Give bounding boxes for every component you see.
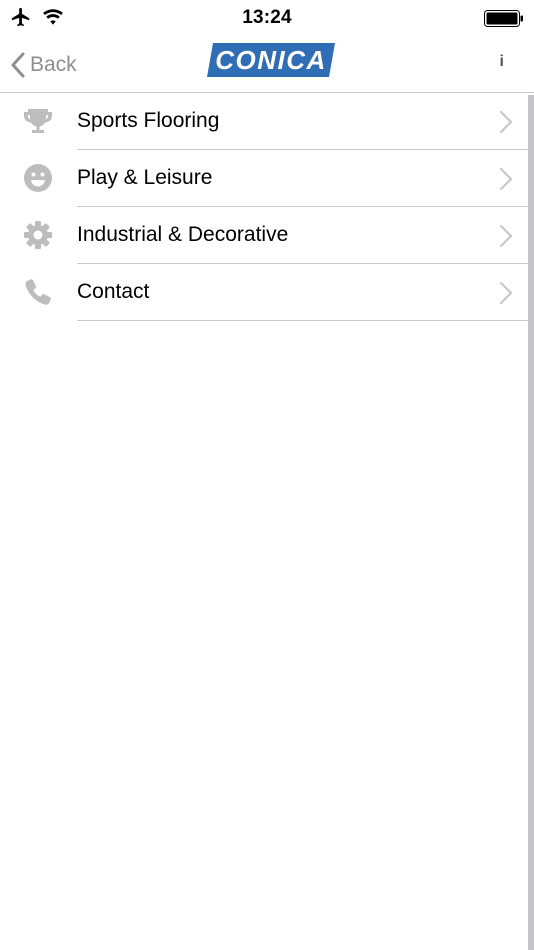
info-button[interactable]: i — [500, 53, 504, 71]
menu-item-label: Play & Leisure — [77, 166, 213, 189]
conica-logo: CONICA — [207, 43, 335, 77]
navigation-bar: Back CONICA i — [0, 38, 534, 93]
menu-list: Sports Flooring Play & Leisure Industria… — [0, 93, 534, 321]
status-time: 13:24 — [242, 7, 292, 28]
chevron-right-icon — [499, 281, 513, 305]
gear-icon — [24, 221, 52, 249]
menu-item-contact[interactable]: Contact — [0, 264, 534, 321]
status-bar: 13:24 — [0, 0, 534, 38]
chevron-right-icon — [499, 224, 513, 248]
trophy-icon — [24, 109, 52, 133]
smiley-icon — [24, 164, 52, 192]
back-label: Back — [30, 53, 77, 76]
scroll-indicator[interactable] — [528, 95, 534, 950]
battery-icon — [484, 10, 523, 27]
menu-item-play-leisure[interactable]: Play & Leisure — [0, 150, 534, 207]
menu-item-label: Industrial & Decorative — [77, 223, 289, 246]
menu-item-industrial-decorative[interactable]: Industrial & Decorative — [0, 207, 534, 264]
chevron-left-icon — [11, 52, 25, 78]
back-button[interactable]: Back — [10, 50, 77, 80]
menu-item-label: Contact — [77, 280, 150, 303]
phone-icon — [25, 279, 51, 305]
menu-item-sports-flooring[interactable]: Sports Flooring — [0, 93, 534, 150]
chevron-right-icon — [499, 167, 513, 191]
divider — [77, 320, 534, 321]
svg-text:CONICA: CONICA — [215, 45, 327, 75]
menu-item-label: Sports Flooring — [77, 109, 220, 132]
chevron-right-icon — [499, 110, 513, 134]
